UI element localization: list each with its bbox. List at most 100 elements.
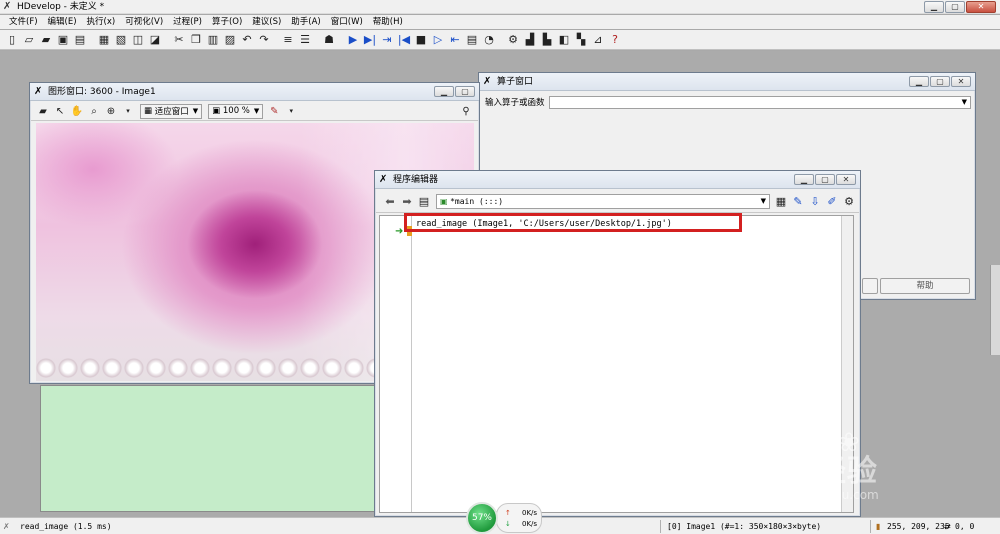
operator-window-titlebar[interactable]: ✗ 算子窗口 ▁ ▢ ✕ xyxy=(479,73,975,91)
pixel-value-icon: ▮ xyxy=(876,522,881,531)
memory-gauge[interactable]: 57% xyxy=(466,502,498,534)
step-over-icon[interactable]: ▶| xyxy=(362,32,378,48)
menu-assistants[interactable]: 助手(A) xyxy=(286,15,325,29)
zoom-icon[interactable]: ⊿ xyxy=(590,32,606,48)
status-divider xyxy=(660,520,661,533)
minimize-button[interactable]: ▁ xyxy=(434,86,454,97)
menu-help[interactable]: 帮助(H) xyxy=(368,15,408,29)
step-into-icon[interactable]: ⇥ xyxy=(379,32,395,48)
help-button[interactable]: 帮助 xyxy=(880,278,970,294)
save-as-icon[interactable]: ▤ xyxy=(72,32,88,48)
status-grip-icon: ✗ xyxy=(3,522,10,531)
graphics-window-titlebar[interactable]: ✗ 图形窗口: 3600 - Image1 ▁ ▢ xyxy=(30,83,479,101)
operator-secondary-button[interactable] xyxy=(862,278,878,294)
open-file-icon[interactable]: ▱ xyxy=(21,32,37,48)
procedure-combo[interactable]: ▣ *main (:::) ▼ xyxy=(436,194,770,209)
procedure-settings-icon[interactable]: ⚙ xyxy=(841,194,857,210)
chart-icon[interactable]: ▟ xyxy=(522,32,538,48)
menu-execute[interactable]: 执行(x) xyxy=(82,15,121,29)
inspect-icon[interactable]: ◧ xyxy=(556,32,572,48)
clear-icon[interactable]: ▤ xyxy=(464,32,480,48)
operator-window-controls: ▁ ▢ ✕ xyxy=(909,76,971,87)
graphics-window-controls: ▁ ▢ xyxy=(434,86,475,97)
menu-window[interactable]: 窗口(W) xyxy=(326,15,368,29)
print-icon[interactable]: ▦ xyxy=(96,32,112,48)
right-scroll-edge[interactable] xyxy=(990,265,1000,355)
undo-icon[interactable]: ↶ xyxy=(239,32,255,48)
reset-icon[interactable]: ▷ xyxy=(430,32,446,48)
toolbar-separator xyxy=(89,32,95,48)
edit-procedure-icon[interactable]: ✎ xyxy=(790,194,806,210)
menu-suggestions[interactable]: 建议(S) xyxy=(247,15,286,29)
back-arrow-icon[interactable]: ⬅ xyxy=(382,194,398,210)
stop-icon[interactable]: ■ xyxy=(413,32,429,48)
redo-icon[interactable]: ↷ xyxy=(256,32,272,48)
zoom-combo[interactable]: ▣ 100 % ▼ xyxy=(208,103,264,119)
delete-icon[interactable]: ▨ xyxy=(222,32,238,48)
zoom-icon[interactable]: ⊕ xyxy=(103,103,119,119)
settings-icon[interactable]: ⚙ xyxy=(505,32,521,48)
program-editor-titlebar[interactable]: ✗ 程序编辑器 ▁ ▢ ✕ xyxy=(375,171,860,189)
minimize-button[interactable]: ▁ xyxy=(794,174,814,185)
chevron-down-icon[interactable]: ▾ xyxy=(120,103,136,119)
run-icon[interactable]: ▶ xyxy=(345,32,361,48)
network-rate-panel: ↑ 0K/s ↓ 0K/s xyxy=(496,503,542,533)
help-icon[interactable]: ? xyxy=(607,32,623,48)
close-button[interactable]: ✕ xyxy=(966,1,996,13)
chevron-down-icon[interactable]: ▾ xyxy=(283,103,299,119)
procedure-interface-icon[interactable]: ⇩ xyxy=(807,194,823,210)
upload-rate: 0K/s xyxy=(522,509,538,517)
color-palette-icon[interactable]: ✎ xyxy=(266,103,282,119)
calendar-icon[interactable]: ▦ xyxy=(773,194,789,210)
download-arrow-icon: ↓ xyxy=(505,520,511,528)
minimize-button[interactable]: ▁ xyxy=(924,1,944,13)
menu-operators[interactable]: 算子(O) xyxy=(207,15,247,29)
menu-edit[interactable]: 编辑(E) xyxy=(43,15,82,29)
hdevelop-window-icon: ✗ xyxy=(379,174,388,185)
menu-visualization[interactable]: 可视化(V) xyxy=(120,15,168,29)
procedure-docs-icon[interactable]: ✐ xyxy=(824,194,840,210)
procedure-icon[interactable]: ▤ xyxy=(416,194,432,210)
insert-icon[interactable]: ≡ xyxy=(280,32,296,48)
close-button[interactable]: ✕ xyxy=(951,76,971,87)
copy-icon[interactable]: ❐ xyxy=(188,32,204,48)
toolbar-separator xyxy=(314,32,320,48)
maximize-button[interactable]: ▢ xyxy=(945,1,965,13)
maximize-button[interactable]: ▢ xyxy=(455,86,475,97)
new-file-icon[interactable]: ▯ xyxy=(4,32,20,48)
read-image-icon[interactable]: ☗ xyxy=(321,32,337,48)
close-button[interactable]: ✕ xyxy=(836,174,856,185)
paste-icon[interactable]: ▥ xyxy=(205,32,221,48)
magnify-icon[interactable]: ⌕ xyxy=(86,103,102,119)
hand-icon[interactable]: ✋ xyxy=(69,103,85,119)
timer-icon[interactable]: ◔ xyxy=(481,32,497,48)
graphics-background-panel xyxy=(40,385,375,512)
network-speed-widget[interactable]: ↑ 0K/s ↓ 0K/s 57% xyxy=(466,502,542,534)
maximize-button[interactable]: ▢ xyxy=(815,174,835,185)
minimize-button[interactable]: ▁ xyxy=(909,76,929,87)
pointer-icon[interactable]: ↖ xyxy=(52,103,68,119)
clear-window-icon[interactable]: ▰ xyxy=(35,103,51,119)
line-gutter: ➜ xyxy=(380,216,412,512)
save-icon[interactable]: ▣ xyxy=(55,32,71,48)
step-back-icon[interactable]: |◀ xyxy=(396,32,412,48)
menu-procedures[interactable]: 过程(P) xyxy=(168,15,207,29)
menu-file[interactable]: 文件(F) xyxy=(4,15,43,29)
operator-input-label: 输入算子或函数 xyxy=(485,98,545,108)
edit-icon[interactable]: ☰ xyxy=(297,32,313,48)
cut-icon[interactable]: ✂ xyxy=(171,32,187,48)
maximize-button[interactable]: ▢ xyxy=(930,76,950,87)
forward-arrow-icon[interactable]: ➡ xyxy=(399,194,415,210)
histogram-icon[interactable]: ▙ xyxy=(539,32,555,48)
options-icon[interactable]: ◪ xyxy=(147,32,163,48)
step-out-icon[interactable]: ⇤ xyxy=(447,32,463,48)
inspect-icon[interactable]: ⚲ xyxy=(458,103,474,119)
properties-icon[interactable]: ◫ xyxy=(130,32,146,48)
open-example-icon[interactable]: ▰ xyxy=(38,32,54,48)
dropdown-arrow-icon[interactable]: ▼ xyxy=(962,98,967,106)
fit-window-combo[interactable]: ▦ 适应窗口 ▼ xyxy=(140,103,203,119)
operator-input-combo[interactable]: ▼ xyxy=(548,95,971,109)
status-coordinates: 0, 0 xyxy=(955,522,975,531)
measure-icon[interactable]: ▚ xyxy=(573,32,589,48)
export-icon[interactable]: ▧ xyxy=(113,32,129,48)
